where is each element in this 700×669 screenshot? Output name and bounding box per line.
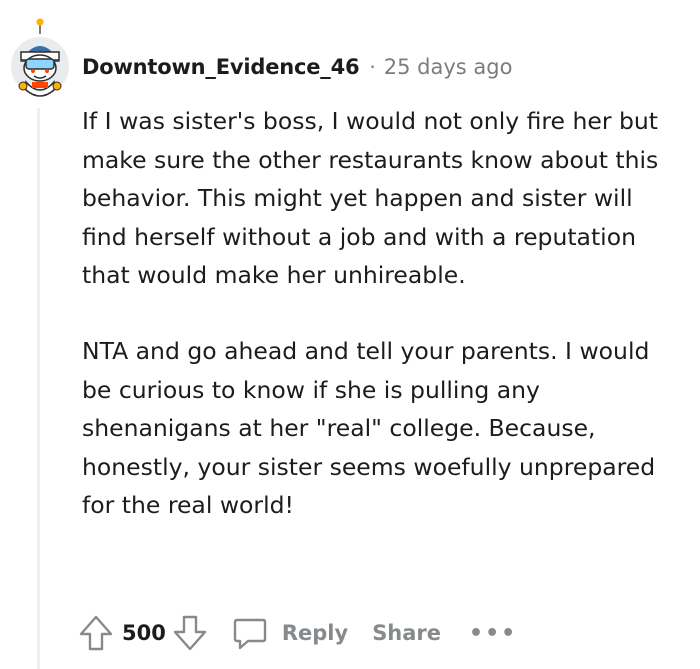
author-link[interactable]: Downtown_Evidence_46 bbox=[82, 55, 360, 79]
timestamp[interactable]: 25 days ago bbox=[384, 55, 513, 79]
downvote-arrow-icon bbox=[173, 615, 207, 651]
meta-separator: · bbox=[369, 55, 376, 79]
reply-button[interactable]: Reply bbox=[232, 615, 348, 651]
snoo-avatar-icon bbox=[11, 18, 69, 97]
share-button[interactable]: Share bbox=[372, 621, 441, 645]
comment-paragraph: NTA and go ahead and tell your parents. … bbox=[82, 336, 656, 520]
comment-meta: Downtown_Evidence_46 · 25 days ago bbox=[82, 53, 512, 81]
more-options-icon[interactable]: ••• bbox=[469, 621, 517, 646]
downvote-button[interactable] bbox=[172, 614, 208, 652]
user-avatar[interactable] bbox=[10, 18, 70, 104]
vote-score: 500 bbox=[122, 621, 166, 645]
upvote-button[interactable] bbox=[78, 614, 114, 652]
upvote-arrow-icon bbox=[79, 615, 113, 651]
reply-label: Reply bbox=[281, 621, 349, 645]
speech-bubble-icon bbox=[233, 618, 267, 650]
action-bar: 500 Reply Share ••• bbox=[78, 608, 517, 658]
comment: Downtown_Evidence_46 · 25 days ago If I … bbox=[0, 0, 700, 669]
comment-paragraph: If I was sister's boss, I would not only… bbox=[82, 107, 659, 290]
thread-line[interactable] bbox=[37, 108, 40, 669]
comment-body: If I was sister's boss, I would not only… bbox=[82, 102, 682, 525]
